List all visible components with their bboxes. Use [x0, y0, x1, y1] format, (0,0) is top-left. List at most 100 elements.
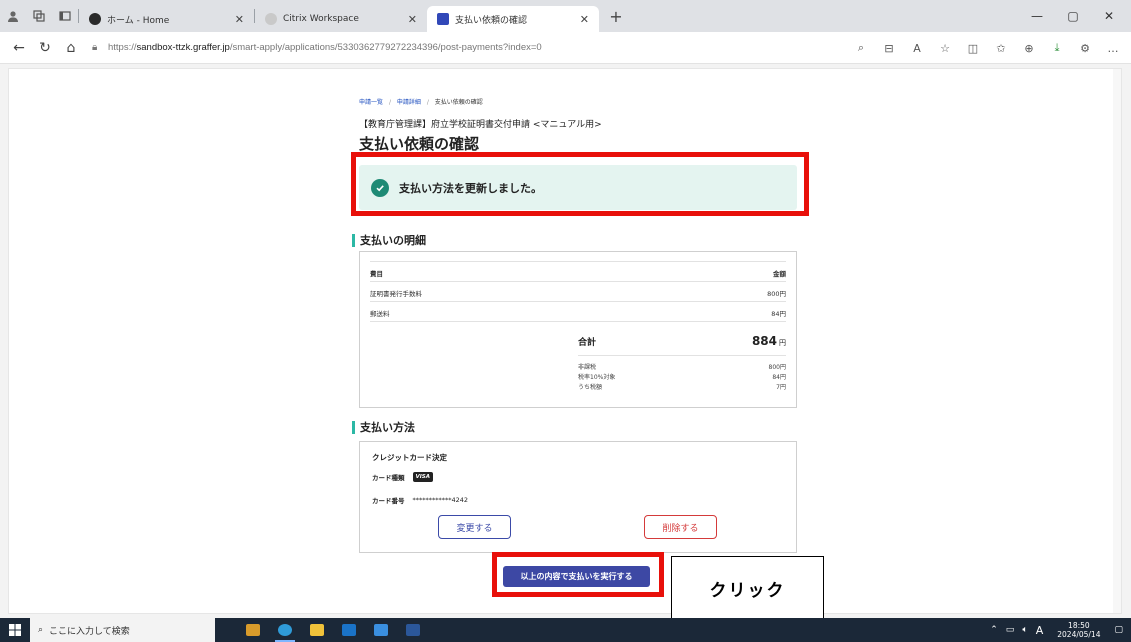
close-icon[interactable]: ✕	[580, 13, 589, 26]
tax-amount: 84円	[772, 374, 786, 381]
divider	[370, 261, 786, 262]
row-amount: 800円	[767, 290, 786, 298]
tab-title: 支払い依頼の確認	[455, 15, 528, 26]
tab-payment-confirm[interactable]: 支払い依頼の確認 ✕	[427, 6, 599, 32]
delete-button[interactable]: 削除する	[644, 515, 717, 539]
volume-icon[interactable]: 🔈︎	[1022, 625, 1027, 635]
collections-icon[interactable]: ⊕	[1015, 42, 1043, 55]
split-screen-icon[interactable]: ◫	[959, 42, 987, 55]
tab-title: ホーム - Home	[107, 15, 170, 26]
details-header-row: 費目 金額	[370, 268, 786, 278]
taskbar-explorer-icon[interactable]	[301, 618, 333, 642]
breadcrumb-current: 支払い依頼の確認	[434, 99, 483, 106]
tax-amount: 800円	[768, 364, 786, 371]
browser-toolbar: ⌕ ⊟ A ☆ ◫ ✩ ⊕ ⤓ ⚙ …	[847, 32, 1127, 64]
payment-method-name: クレジットカード決定	[372, 453, 447, 462]
tax-row: 税率10%対象 84円	[578, 372, 786, 381]
click-annotation-callout: クリック	[671, 556, 824, 620]
url-prefix: https://	[108, 42, 137, 53]
windows-taskbar: ⌕ ここに入力して検索 ⌃ ▭ 🔈︎ A 18:50 2024/05/14 ▢	[0, 618, 1131, 642]
tab-home[interactable]: ホーム - Home ✕	[79, 6, 254, 32]
card-brand-row: カード種類 VISA	[372, 472, 434, 482]
search-icon[interactable]: ⌕	[847, 41, 875, 55]
read-aloud-icon[interactable]: A	[903, 42, 931, 55]
profile-icon[interactable]	[0, 0, 26, 32]
change-button[interactable]: 変更する	[438, 515, 511, 539]
details-heading-text: 支払いの明細	[360, 234, 426, 247]
procedure-name: 【教育庁管理課】府立学校証明書交付申請 <マニュアル用>	[359, 120, 602, 130]
taskbar-desktop-icon[interactable]	[365, 618, 397, 642]
row-amount: 84円	[771, 310, 786, 318]
taskbar-briefcase-icon[interactable]	[237, 618, 269, 642]
url-field[interactable]: 🔒︎ https:// sandbox-ttzk.graffer.jp /sma…	[92, 42, 542, 53]
url-path: /smart-apply/applications/53303627792722…	[229, 42, 542, 53]
card-number-value: ************4242	[412, 496, 469, 504]
browser-address-bar: ← ↻ ⌂ 🔒︎ https:// sandbox-ttzk.graffer.j…	[0, 32, 1131, 64]
breadcrumb: 申請一覧 / 申請詳細 / 支払い依頼の確認	[359, 97, 483, 106]
breadcrumb-separator: /	[426, 99, 429, 106]
tax-label: 税率10%対象	[578, 374, 616, 381]
clock-time: 18:50	[1068, 621, 1090, 630]
home-icon[interactable]: ⌂	[58, 40, 84, 56]
heading-accent-bar	[352, 420, 355, 434]
back-arrow-icon[interactable]: ←	[6, 40, 32, 56]
table-row: 郵送料 84円	[370, 308, 786, 318]
scrollbar[interactable]	[1113, 69, 1121, 613]
taskbar-outlook-icon[interactable]	[333, 618, 365, 642]
clock[interactable]: 18:50 2024/05/14	[1057, 621, 1100, 639]
col-amount-header: 金額	[773, 270, 786, 278]
taskbar-search-input[interactable]: ⌕ ここに入力して検索	[30, 618, 215, 642]
row-item: 証明書発行手数料	[370, 290, 422, 298]
downloads-icon[interactable]: ⤓	[1043, 41, 1071, 55]
execute-payment-button[interactable]: 以上の内容で支払いを実行する	[503, 566, 650, 587]
network-icon[interactable]: ▭	[1006, 625, 1015, 635]
total-value: 884 円	[752, 334, 786, 348]
breadcrumb-link-list[interactable]: 申請一覧	[359, 99, 383, 106]
tab-citrix[interactable]: Citrix Workspace ✕	[255, 6, 427, 32]
divider	[370, 321, 786, 322]
minimize-icon[interactable]: —	[1019, 0, 1055, 32]
chevron-up-icon[interactable]: ⌃	[990, 625, 998, 635]
breadcrumb-link-detail[interactable]: 申請詳細	[397, 99, 421, 106]
page-title: 支払い依頼の確認	[359, 135, 480, 153]
details-card: 費目 金額 証明書発行手数料 800円 郵送料 84円 合計 884 円 非課税 …	[359, 251, 797, 408]
restore-icon[interactable]: ▢	[1055, 0, 1091, 32]
close-icon[interactable]: ✕	[408, 13, 417, 26]
favorite-star-icon[interactable]: ☆	[931, 42, 959, 55]
card-number-label: カード番号	[372, 497, 405, 505]
card-number-row: カード番号 ************4242	[372, 495, 468, 505]
favorites-icon[interactable]: ✩	[987, 42, 1015, 55]
browser-tab-bar: ホーム - Home ✕ Citrix Workspace ✕ 支払い依頼の確認…	[0, 0, 1131, 32]
taskbar-edge-icon[interactable]	[269, 618, 301, 642]
page-viewport: 申請一覧 / 申請詳細 / 支払い依頼の確認 【教育庁管理課】府立学校証明書交付…	[8, 68, 1122, 614]
visa-logo-icon: VISA	[412, 472, 434, 482]
total-unit: 円	[779, 339, 786, 347]
edge-icon	[89, 13, 101, 25]
search-placeholder: ここに入力して検索	[49, 626, 130, 637]
citrix-icon	[265, 13, 277, 25]
tab-actions-icon[interactable]	[52, 0, 78, 32]
close-icon[interactable]: ✕	[235, 13, 244, 26]
heading-accent-bar	[352, 233, 355, 247]
workspaces-icon[interactable]	[26, 0, 52, 32]
system-tray: ⌃ ▭ 🔈︎ A 18:50 2024/05/14 ▢	[986, 618, 1123, 642]
more-menu-icon[interactable]: …	[1099, 42, 1127, 55]
total-amount: 884	[751, 334, 777, 348]
tab-title: Citrix Workspace	[283, 14, 359, 24]
details-heading: 支払いの明細	[352, 232, 426, 248]
windows-start-icon[interactable]	[0, 624, 30, 636]
col-item-header: 費目	[370, 270, 383, 278]
tax-row: 非課税 800円	[578, 362, 786, 371]
notification-icon[interactable]: ▢	[1114, 625, 1123, 635]
taskbar-word-icon[interactable]	[397, 618, 429, 642]
breadcrumb-separator: /	[388, 99, 391, 106]
extensions-icon[interactable]: ⚙	[1071, 42, 1099, 55]
row-item: 郵送料	[370, 310, 390, 318]
payment-heading-text: 支払い方法	[360, 421, 415, 434]
ime-icon[interactable]: A	[1036, 624, 1044, 637]
refresh-icon[interactable]: ↻	[32, 40, 58, 56]
new-tab-plus-icon[interactable]: +	[605, 7, 627, 26]
search-icon: ⌕	[38, 625, 44, 635]
app-available-icon[interactable]: ⊟	[875, 42, 903, 55]
window-close-icon[interactable]: ✕	[1091, 0, 1127, 32]
